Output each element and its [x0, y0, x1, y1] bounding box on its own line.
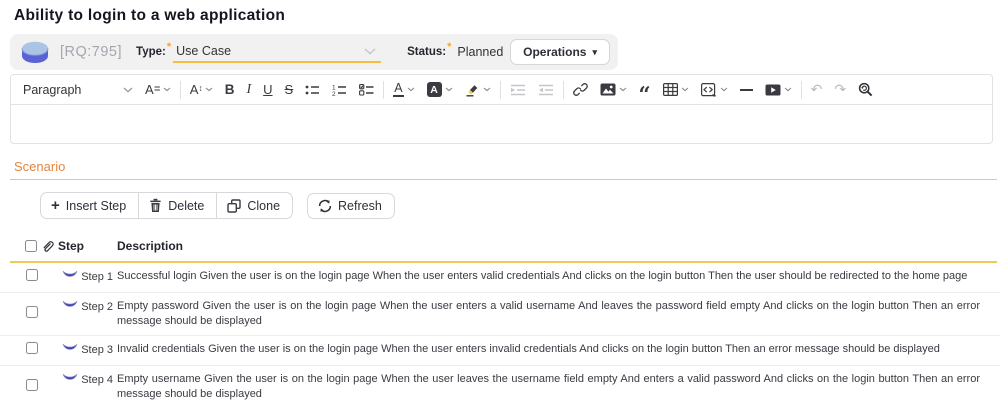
svg-text:2: 2 — [332, 91, 336, 96]
outdent-button — [532, 77, 560, 103]
toolbar-divider — [383, 81, 384, 99]
chevron-down-icon — [407, 87, 415, 92]
step-description: Empty password Given the user is on the … — [117, 299, 980, 329]
row-checkbox[interactable] — [26, 342, 38, 354]
redo-button: ↷ — [828, 77, 852, 103]
step-description: Invalid credentials Given the user is on… — [117, 342, 980, 357]
scenario-heading: Scenario — [14, 159, 1000, 174]
undo-button: ↶ — [805, 77, 829, 103]
page-title: Ability to login to a web application — [0, 0, 1000, 25]
underline-button[interactable]: U — [257, 77, 278, 103]
bulleted-list-button[interactable] — [299, 77, 326, 103]
image-button[interactable] — [594, 77, 633, 103]
font-style-button[interactable]: A≣ — [139, 77, 177, 103]
toolbar-divider — [500, 81, 501, 99]
toolbar-divider — [801, 81, 802, 99]
use-case-step-icon — [62, 270, 78, 279]
chevron-down-icon — [445, 87, 453, 92]
attachment-paperclip-icon — [41, 239, 54, 253]
delete-button[interactable]: Delete — [138, 192, 217, 219]
required-marker: * — [167, 41, 171, 53]
toolbar-divider — [180, 81, 181, 99]
step-number: Step 3 — [81, 343, 113, 358]
type-value: Use Case — [176, 44, 231, 58]
blockquote-button[interactable]: “ — [633, 77, 657, 103]
checklist-button[interactable] — [353, 77, 380, 103]
use-case-step-icon — [62, 373, 78, 382]
strikethrough-button[interactable]: S — [279, 77, 300, 103]
font-color-button[interactable]: A — [387, 77, 420, 103]
find-replace-button[interactable] — [852, 77, 879, 103]
use-case-step-icon — [62, 300, 78, 309]
code-block-button[interactable] — [695, 77, 734, 103]
editor-toolbar: Paragraph A≣ A↕ B I U S 12 A A — [11, 75, 992, 104]
step-description: Successful login Given the user is on th… — [117, 269, 980, 284]
italic-button[interactable]: I — [240, 77, 257, 103]
step-button-group: + Insert Step Delete Clone — [40, 192, 293, 219]
clone-icon — [227, 199, 241, 213]
type-label: Type:* — [136, 46, 173, 58]
table-row[interactable]: Step 3 Invalid credentials Given the use… — [0, 336, 1000, 366]
clone-button[interactable]: Clone — [216, 192, 293, 219]
chevron-down-icon — [720, 87, 728, 92]
step-description: Empty username Given the user is on the … — [117, 372, 980, 402]
chevron-down-icon — [123, 87, 133, 93]
caret-down-icon: ▾ — [592, 47, 597, 58]
chevron-down-icon — [619, 87, 627, 92]
table-row[interactable]: Step 2 Empty password Given the user is … — [0, 293, 1000, 336]
chevron-down-icon — [681, 87, 689, 92]
description-textarea[interactable] — [11, 104, 992, 143]
insert-step-button[interactable]: + Insert Step — [40, 192, 139, 219]
media-embed-button[interactable] — [759, 77, 798, 103]
insert-table-button[interactable] — [657, 77, 695, 103]
requirement-disc-icon — [20, 40, 50, 65]
chevron-down-icon — [483, 87, 491, 92]
status-label: Status:* — [407, 46, 453, 58]
description-editor: Paragraph A≣ A↕ B I U S 12 A A — [10, 74, 993, 144]
table-row[interactable]: Step 1 Successful login Given the user i… — [0, 263, 1000, 293]
link-button[interactable] — [567, 77, 594, 103]
required-marker: * — [447, 41, 451, 53]
toolbar-divider — [563, 81, 564, 99]
operations-button[interactable]: Operations ▾ — [510, 39, 610, 65]
highlight-button[interactable] — [459, 77, 497, 103]
chevron-down-icon — [364, 48, 376, 55]
numbered-list-button[interactable]: 12 — [326, 77, 353, 103]
step-number: Step 2 — [81, 300, 113, 315]
scenario-toolbar: + Insert Step Delete Clone Refresh — [40, 192, 1000, 219]
scenario-divider — [10, 179, 997, 180]
chevron-down-icon — [163, 87, 171, 92]
refresh-icon — [318, 199, 332, 213]
font-size-button[interactable]: A↕ — [184, 77, 219, 103]
plus-icon: + — [51, 198, 60, 213]
horizontal-rule-button[interactable] — [734, 77, 759, 103]
row-checkbox[interactable] — [26, 306, 38, 318]
chevron-down-icon — [205, 87, 213, 92]
type-dropdown[interactable]: Use Case — [173, 41, 381, 63]
row-checkbox[interactable] — [26, 269, 38, 281]
status-value: Planned — [457, 45, 503, 59]
table-row[interactable]: Step 4 Empty username Given the user is … — [0, 366, 1000, 405]
steps-table-header: Step Description — [0, 234, 1000, 258]
row-checkbox[interactable] — [26, 379, 38, 391]
trash-icon — [149, 198, 162, 213]
paragraph-style-dropdown[interactable]: Paragraph — [17, 77, 139, 103]
select-all-checkbox[interactable] — [25, 240, 37, 252]
step-number: Step 4 — [81, 373, 113, 388]
step-number: Step 1 — [81, 270, 113, 285]
artifact-header-bar: [RQ:795] Type:* Use Case Status:* Planne… — [10, 34, 618, 70]
background-color-button[interactable]: A — [421, 77, 459, 103]
description-column-header: Description — [117, 239, 980, 253]
step-column-header: Step — [58, 239, 117, 253]
use-case-step-icon — [62, 343, 78, 352]
artifact-id: [RQ:795] — [60, 44, 122, 60]
chevron-down-icon — [784, 87, 792, 92]
bold-button[interactable]: B — [219, 77, 241, 103]
indent-button — [504, 77, 532, 103]
refresh-button[interactable]: Refresh — [307, 193, 395, 219]
